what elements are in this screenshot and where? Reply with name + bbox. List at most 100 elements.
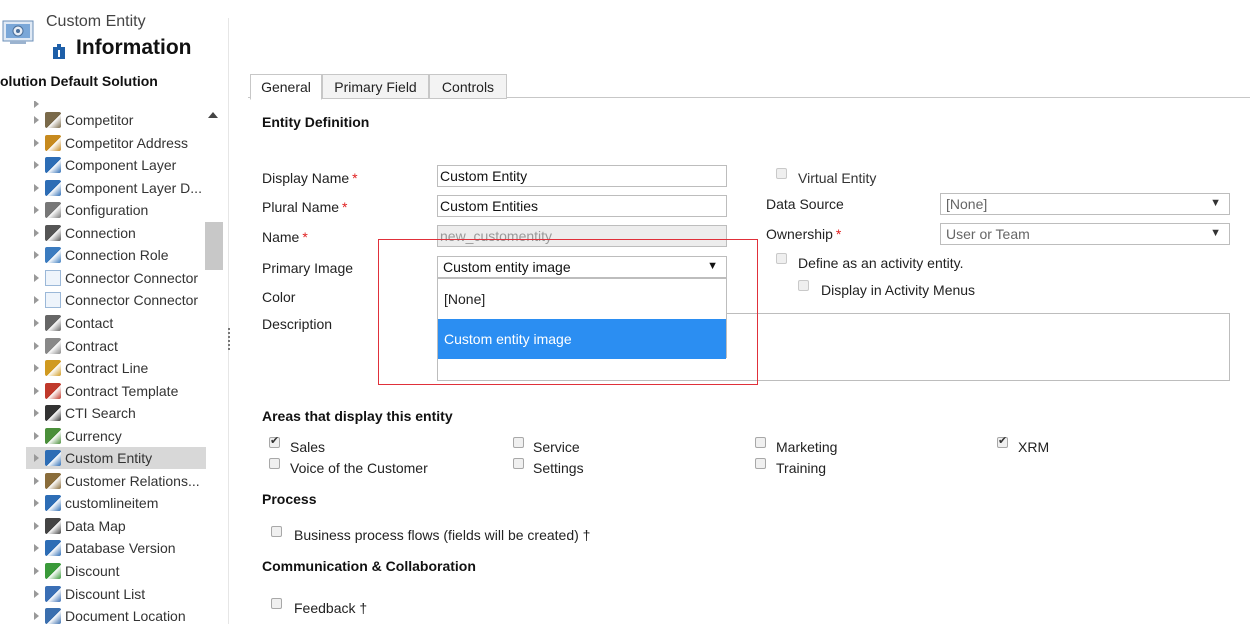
tree-item[interactable]: Data Map [26,515,206,537]
tree-item-label: CTI Search [65,405,136,422]
expand-arrow-icon[interactable] [34,116,39,124]
expand-arrow-icon[interactable] [34,161,39,170]
virtual-entity-checkbox[interactable] [776,168,787,179]
tree-item-label: Contact [65,314,114,331]
expand-arrow-icon[interactable] [34,138,39,147]
expand-arrow-icon[interactable] [34,589,39,598]
expand-arrow-icon[interactable] [34,386,39,395]
tree-item-label: Component Layer D... [65,179,202,196]
tree-item[interactable]: Contract [26,335,206,357]
tree-item-label: Configuration [65,202,149,219]
expand-arrow-icon[interactable] [34,567,39,575]
area-training-label: Training [776,460,827,476]
area-voice-of-customer-checkbox[interactable] [269,458,280,469]
pane-resize-grip[interactable] [228,328,232,350]
tree-item[interactable]: Custom Entity [26,447,206,470]
expand-arrow-icon[interactable] [34,521,39,530]
tree-item[interactable]: Customer Relations... [26,470,206,492]
area-service-checkbox[interactable] [513,437,524,448]
expand-arrow-icon[interactable] [34,296,39,305]
tree-item[interactable]: customlineitem [26,492,206,514]
area-marketing-checkbox[interactable] [755,437,766,448]
tree-item[interactable]: Connector Connector [26,289,206,311]
tree-item-label: Connector Connector [65,292,199,309]
expand-arrow-icon[interactable] [34,341,39,350]
tree-item[interactable]: Configuration [26,199,206,221]
info-icon [53,44,65,59]
entity-settings-icon [2,20,34,44]
expand-arrow-icon[interactable] [34,454,39,463]
expand-arrow-icon[interactable] [34,251,39,260]
tree-item[interactable]: Connection [26,222,206,244]
page-title: Information [76,36,192,59]
tab-primary-field[interactable]: Primary Field [322,74,429,99]
tree-item[interactable]: Contract Template [26,380,206,402]
tab-controls[interactable]: Controls [429,74,507,99]
dropdown-arrow-icon: ▼ [1210,197,1221,209]
feedback-label: Feedback † [294,600,368,616]
tree-item[interactable]: Currency [26,425,206,447]
area-service-label: Service [533,439,580,455]
area-xrm-label: XRM [1018,439,1050,455]
ownership-label: Ownership * [766,226,842,242]
tree-item[interactable]: Component Layer [26,154,206,176]
tree-item[interactable]: Contract Line [26,357,206,379]
expand-arrow-icon[interactable] [34,476,39,485]
broken-image-icon [45,269,61,286]
expand-arrow-icon[interactable] [34,431,39,440]
tree-item[interactable]: Component Layer D... [26,177,206,199]
tree-item[interactable]: Connection Role [26,244,206,266]
area-voice-of-customer-label: Voice of the Customer [290,460,428,476]
expand-arrow-icon[interactable] [34,409,39,418]
expand-arrow-icon[interactable] [34,183,39,192]
expand-arrow-icon[interactable] [34,206,39,215]
tree-item[interactable]: CTI Search [26,402,206,424]
business-process-flows-label: Business process flows (fields will be c… [294,527,591,543]
tree-item-label: Currency [65,427,122,444]
tools-icon [45,202,61,219]
expand-arrow-icon[interactable] [34,318,39,327]
ownership-select[interactable]: User or Team ▼ [940,223,1230,245]
data-source-select[interactable]: [None] ▼ [940,193,1230,215]
area-sales-checkbox[interactable] [269,434,280,448]
tree-item[interactable]: Database Version [26,537,206,559]
tree-item[interactable]: Discount [26,560,206,582]
activity-entity-checkbox[interactable] [776,253,787,264]
tab-general[interactable]: General [250,74,322,100]
tree-item[interactable]: Connector Connector [26,267,206,289]
area-xrm-checkbox[interactable] [997,434,1008,448]
virtual-entity-label: Virtual Entity [798,170,877,186]
scroll-up-arrow[interactable] [208,112,218,118]
expand-arrow-icon[interactable] [34,273,39,282]
expand-arrow-icon[interactable] [34,499,39,508]
tree-item[interactable]: Document Location [26,605,206,624]
expand-arrow-icon[interactable] [34,228,39,237]
activity-menus-checkbox[interactable] [798,280,809,291]
section-process: Process [262,491,317,507]
feedback-checkbox[interactable] [271,598,282,609]
activity-entity-label: Define as an activity entity. [798,255,964,271]
area-settings-checkbox[interactable] [513,458,524,469]
contract-icon [45,337,61,354]
entity-type-label: Custom Entity [46,13,146,30]
expand-arrow-icon[interactable] [34,544,39,553]
activity-menus-label: Display in Activity Menus [821,282,976,298]
data-source-label: Data Source [766,196,844,212]
tree-item[interactable]: Contact [26,312,206,334]
section-areas: Areas that display this entity [262,408,453,424]
annotation-highlight-box [378,239,758,385]
tree-item[interactable]: Competitor [26,109,206,131]
expand-arrow-icon[interactable] [34,612,39,621]
display-name-input[interactable]: Custom Entity [437,165,727,187]
scrollbar-thumb[interactable] [205,222,223,270]
business-process-flows-checkbox[interactable] [271,526,282,537]
tree-item[interactable]: Discount List [26,583,206,605]
plural-name-input[interactable]: Custom Entities [437,195,727,217]
area-training-checkbox[interactable] [755,458,766,469]
expand-arrow-icon[interactable] [34,364,39,373]
tree-item[interactable]: Competitor Address [26,132,206,154]
color-label: Color [262,289,296,305]
tree-item-label: Contract Line [65,360,149,377]
tree-item-label: customlineitem [65,495,159,512]
area-marketing-label: Marketing [776,439,838,455]
